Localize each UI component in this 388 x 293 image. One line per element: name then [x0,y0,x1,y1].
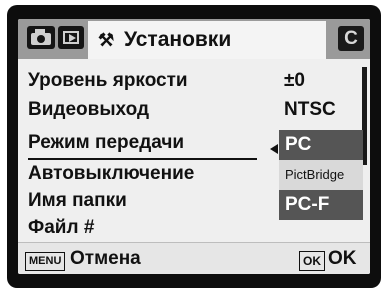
camera-icon[interactable] [27,26,55,49]
wrench-icon: ⚒ [98,30,115,50]
menu-item-auto-power-off[interactable]: Автовыключение [28,160,194,188]
arrow-left-icon [270,144,278,154]
settings-screen: ⚒ Установки C Уровень яркости ±0 Видеовы… [18,19,370,274]
ok-button-icon[interactable]: OK [299,251,325,271]
playback-icon[interactable] [58,26,84,49]
menu-item-brightness[interactable]: Уровень яркости [28,67,188,95]
transfer-mode-dropdown[interactable]: PC PictBridge PC-F [279,130,363,220]
menu-button-icon[interactable]: MENU [25,252,66,271]
menu-item-video-out[interactable]: Видеовыход [28,96,149,124]
dropdown-option-pictbridge[interactable]: PictBridge [279,160,363,190]
menu-footer: MENU Отмена OK OK [18,242,370,274]
brightness-value: ±0 [284,70,305,91]
menu-item-folder-name[interactable]: Имя папки [28,187,127,215]
camera-lcd-frame: ⚒ Установки C Уровень яркости ±0 Видеовы… [7,5,381,288]
ok-label: OK [328,248,357,269]
tab-setup[interactable]: ⚒ Установки [88,21,326,59]
tab-title: Установки [124,28,232,51]
video-out-value: NTSC [284,99,336,120]
menu-item-transfer-mode[interactable]: Режим передачи [28,129,184,157]
tab-c[interactable]: C [338,26,364,51]
menu-item-file-number[interactable]: Файл # [28,214,94,242]
menu-header: ⚒ Установки C [18,19,370,59]
dropdown-option-pc[interactable]: PC [279,130,363,160]
cancel-label: Отмена [70,248,141,269]
dropdown-option-pc-f[interactable]: PC-F [279,190,363,220]
